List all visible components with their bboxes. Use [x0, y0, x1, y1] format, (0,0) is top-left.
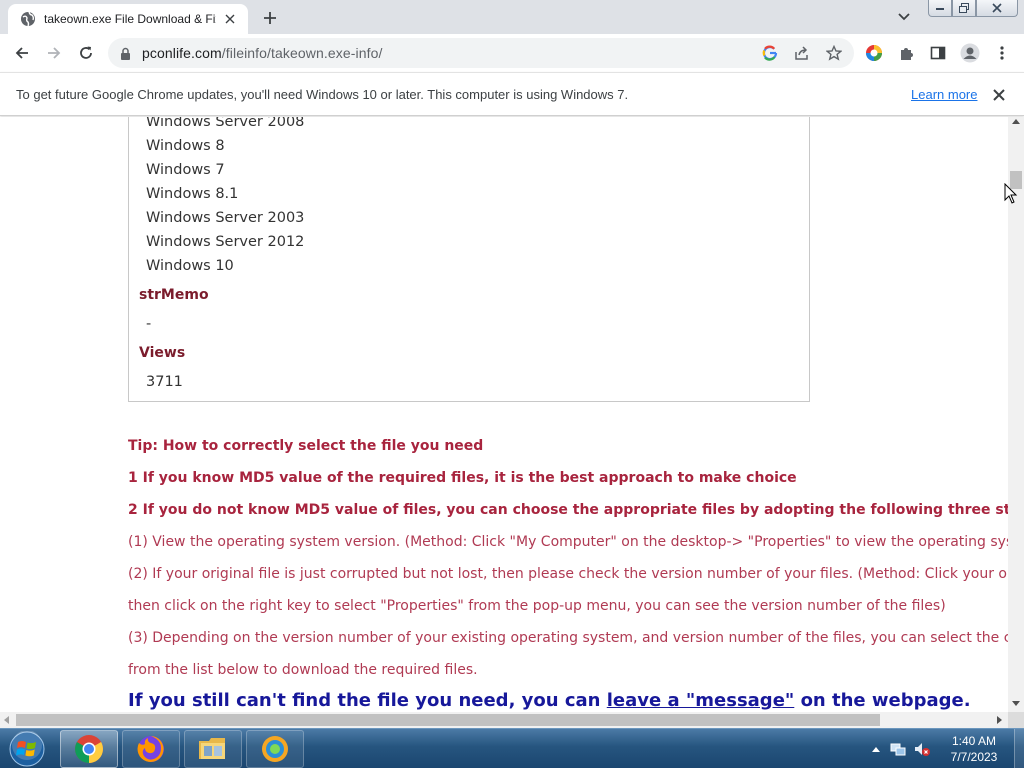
tip-title: Tip: How to correctly select the file yo… [128, 438, 484, 454]
page-viewport: Windows Server 2008 Windows 8 Windows 7 … [0, 117, 1008, 712]
taskbar-firefox[interactable] [122, 730, 180, 768]
os-item: Windows 8.1 [146, 186, 239, 202]
strmemo-label: strMemo [139, 287, 209, 303]
clock-date: 7/7/2023 [950, 750, 998, 764]
views-value: 3711 [146, 374, 183, 390]
side-panel-icon[interactable] [926, 41, 950, 65]
chrome-icon [75, 735, 103, 763]
os-item: Windows 8 [146, 138, 225, 154]
forward-arrow-icon[interactable] [42, 41, 66, 65]
start-button[interactable] [4, 730, 50, 768]
globe-icon [20, 11, 36, 27]
menu-kebab-icon[interactable] [990, 41, 1014, 65]
taskbar-app[interactable] [246, 730, 304, 768]
color-extension-icon[interactable] [862, 41, 886, 65]
firefox-icon [137, 736, 164, 762]
os-item: Windows Server 2008 [146, 117, 305, 130]
url-path: /fileinfo/takeown.exe-info/ [221, 45, 383, 61]
scroll-left-arrow-icon[interactable] [4, 716, 9, 724]
scrollbar-corner [1008, 712, 1024, 728]
taskbar-chrome[interactable] [60, 730, 118, 768]
step-2-continued: then click on the right key to select "P… [128, 598, 946, 614]
strmemo-value: - [146, 316, 152, 332]
network-icon[interactable] [890, 741, 906, 757]
os-item: Windows 10 [146, 258, 234, 274]
address-bar[interactable]: pconlife.com/fileinfo/takeown.exe-info/ [108, 38, 854, 68]
os-item: Windows Server 2003 [146, 210, 305, 226]
share-icon[interactable] [790, 41, 814, 65]
scroll-right-arrow-icon[interactable] [997, 716, 1002, 724]
step-3-continued: from the list below to download the requ… [128, 662, 478, 678]
windows-logo-icon [9, 731, 45, 767]
app-swirl-icon [262, 736, 288, 762]
extensions-puzzle-icon[interactable] [894, 41, 918, 65]
folder-icon [199, 738, 225, 759]
window-close-button[interactable] [976, 0, 1018, 17]
step-3: (3) Depending on the version number of y… [128, 630, 1008, 646]
find-prefix: If you still can't find the file you nee… [128, 690, 607, 711]
os-item: Windows Server 2012 [146, 234, 305, 250]
close-tab-icon[interactable] [222, 11, 238, 27]
step-2: (2) If your original file is just corrup… [128, 566, 1008, 582]
close-infobar-icon[interactable] [990, 86, 1008, 104]
reload-icon[interactable] [74, 41, 98, 65]
tab-search-chevron-icon[interactable] [892, 6, 916, 28]
step-1: (1) View the operating system version. (… [128, 534, 1008, 550]
horizontal-scroll-thumb[interactable] [16, 714, 880, 726]
tip-md5-known: 1 If you know MD5 value of the required … [128, 470, 797, 486]
show-desktop-button[interactable] [1014, 729, 1024, 768]
tab-title: takeown.exe File Download & Fix [44, 12, 216, 26]
mouse-pointer-icon [1004, 183, 1018, 204]
lock-icon[interactable] [120, 46, 131, 65]
horizontal-scrollbar[interactable] [0, 712, 1008, 728]
update-infobar: To get future Google Chrome updates, you… [0, 72, 1024, 116]
restore-button[interactable] [952, 0, 976, 17]
minimize-button[interactable] [928, 0, 952, 17]
profile-avatar-icon[interactable] [958, 41, 982, 65]
views-label: Views [139, 345, 186, 361]
url-text: pconlife.com/fileinfo/takeown.exe-info/ [142, 45, 382, 61]
back-arrow-icon[interactable] [10, 41, 34, 65]
leave-message-link[interactable]: leave a "message" [607, 690, 795, 711]
new-tab-button[interactable] [258, 7, 282, 29]
bookmark-star-icon[interactable] [822, 41, 846, 65]
browser-toolbar: pconlife.com/fileinfo/takeown.exe-info/ [0, 34, 1024, 72]
tip-md5-unknown: 2 If you do not know MD5 value of files,… [128, 502, 1008, 518]
vertical-scrollbar[interactable] [1008, 117, 1024, 712]
find-suffix: on the webpage. [794, 690, 971, 711]
tray-expand-chevron-icon[interactable] [868, 741, 884, 757]
tab-strip: takeown.exe File Download & Fix [0, 0, 1024, 34]
system-clock[interactable]: 1:40 AM 7/7/2023 [938, 733, 1010, 765]
scroll-up-arrow-icon[interactable] [1012, 119, 1020, 124]
windows-taskbar: 1:40 AM 7/7/2023 [0, 728, 1024, 768]
scroll-down-arrow-icon[interactable] [1012, 701, 1020, 706]
learn-more-link[interactable]: Learn more [911, 87, 977, 102]
browser-tab[interactable]: takeown.exe File Download & Fix [8, 4, 248, 34]
url-host: pconlife.com [142, 45, 222, 61]
volume-muted-icon[interactable] [914, 741, 930, 757]
os-item: Windows 7 [146, 162, 225, 178]
infobar-message: To get future Google Chrome updates, you… [16, 87, 629, 102]
taskbar-explorer[interactable] [184, 730, 242, 768]
google-translate-icon[interactable] [758, 41, 782, 65]
clock-time: 1:40 AM [951, 734, 997, 748]
leave-message-prompt: If you still can't find the file you nee… [128, 690, 971, 711]
